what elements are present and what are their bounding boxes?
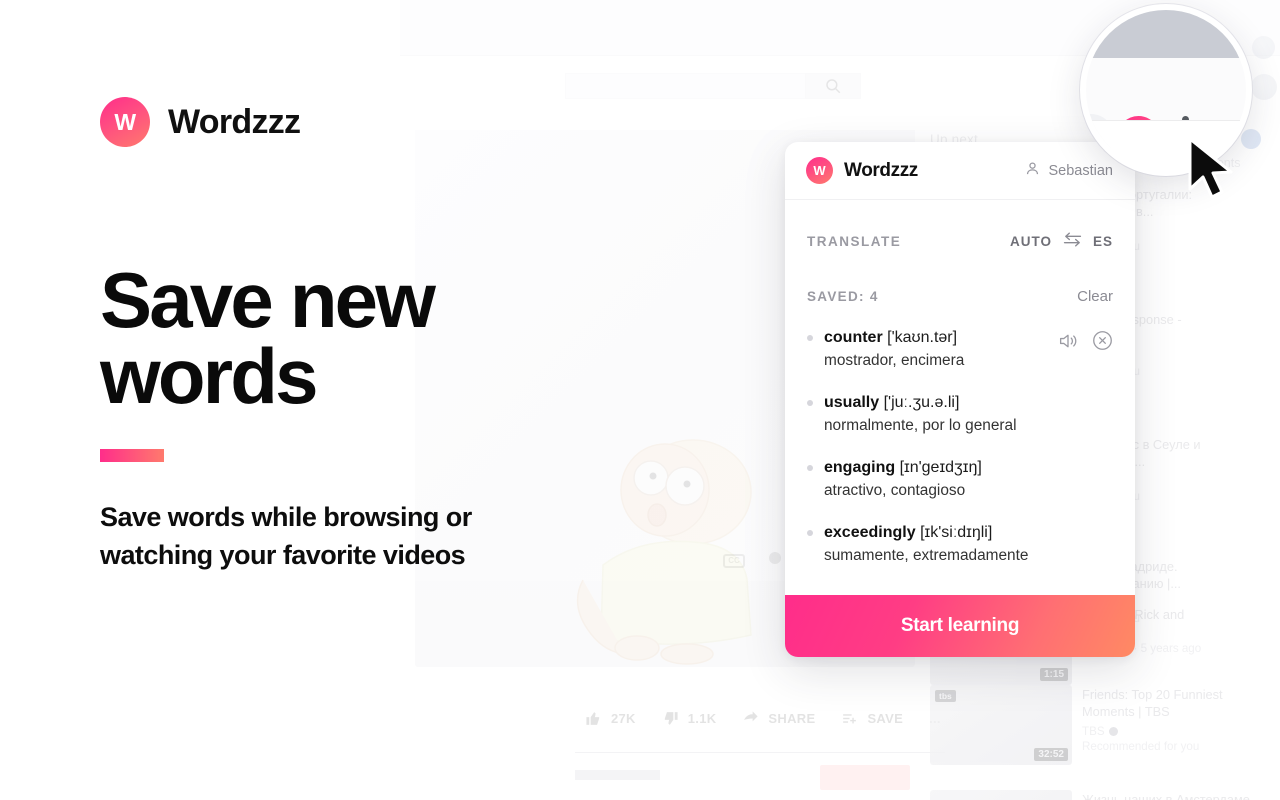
speaker-icon[interactable] (1058, 332, 1078, 355)
like-button[interactable]: 27K (585, 710, 636, 727)
word-actions[interactable] (1058, 330, 1113, 356)
save-button[interactable]: SAVE (841, 710, 903, 727)
bullet-icon (807, 465, 813, 472)
word-translation: sumamente, extremadamente (824, 547, 1029, 565)
wordzzz-logo-icon: W (806, 157, 833, 184)
saved-word-item[interactable]: engaging [ɪn'geɪdʒɪŋ] atractivo, contagio… (807, 457, 1113, 501)
clear-button[interactable]: Clear (1077, 288, 1113, 305)
saved-word-item[interactable]: usually ['juː.ʒu.ə.li] normalmente, por l… (807, 392, 1113, 436)
settings-gear-icon[interactable] (767, 550, 783, 571)
video-duration: 1:15 (1039, 668, 1068, 681)
saved-row: SAVED: 4 Clear (807, 254, 1113, 311)
youtube-search-input[interactable] (565, 73, 835, 99)
dislike-button[interactable]: 1.1K (662, 710, 717, 727)
word-term: engaging (824, 459, 896, 477)
page-root: mments CC (0, 0, 1280, 800)
avatar[interactable] (1252, 36, 1275, 59)
word-headline: engaging [ɪn'geɪdʒɪŋ] (824, 459, 982, 476)
list-item[interactable]: Жизнь наших в Амстердаме. (930, 790, 1270, 800)
person-icon (1024, 160, 1041, 181)
channel-badge: tbs (935, 690, 956, 702)
word-ipa: [ɪk'siːdɪŋli] (920, 524, 993, 542)
word-ipa: [ɪn'geɪdʒɪŋ] (899, 459, 982, 477)
video-action-bar[interactable]: 27K 1.1K SHARE SAVE ... (585, 710, 941, 727)
word-translation: mostrador, encimera (824, 351, 965, 369)
word-term: usually (824, 394, 880, 412)
popup-brand-name: Wordzzz (844, 159, 918, 181)
target-language[interactable]: ES (1093, 234, 1113, 249)
popup-header: W Wordzzz Sebastian (785, 142, 1135, 200)
word-content: counter ['kaʊn.tər] mostrador, encimera (824, 327, 1047, 371)
popup-body: TRANSLATE AUTO ES SAVED: 4 Clear counter… (785, 200, 1135, 595)
share-label: SHARE (768, 711, 816, 726)
source-language[interactable]: AUTO (1010, 234, 1052, 249)
browser-toolbar-zoomed: W 3 (1086, 58, 1246, 160)
like-count: 27K (611, 711, 636, 726)
video-thumbnail[interactable] (930, 790, 1072, 800)
bullet-icon (807, 400, 813, 407)
word-content: exceedingly [ɪk'siːdɪŋli] sumamente, extr… (824, 522, 1113, 566)
accent-bar (100, 449, 164, 462)
list-item[interactable]: tbs 32:52 Friends: Top 20 Funniest Moments … (930, 685, 1270, 765)
video-note: Recommended for you (1082, 740, 1200, 754)
save-label: SAVE (867, 711, 904, 726)
verified-icon (1108, 727, 1118, 737)
browser-titlebar-zoomed (1086, 10, 1246, 58)
subscribe-button[interactable] (820, 765, 910, 790)
video-info: Жизнь наших в Амстердаме. (1082, 790, 1253, 800)
hero-title-line1: Save new (100, 256, 436, 344)
hero-title-line2: words (100, 332, 318, 421)
bullet-icon (807, 335, 813, 341)
saved-words-list: counter ['kaʊn.tər] mostrador, encimera us… (807, 327, 1113, 567)
popup-brand: W Wordzzz (806, 157, 918, 184)
translate-row: TRANSLATE AUTO ES (807, 200, 1113, 254)
video-info: Friends: Top 20 Funniest Moments | TBS TBS… (1082, 685, 1223, 765)
video-title: Жизнь наших в Амстердаме. (1082, 791, 1253, 800)
saved-count-label: SAVED: 4 (807, 289, 879, 304)
video-title-line1: Friends: Top 20 Funniest (1082, 687, 1223, 702)
search-icon[interactable] (805, 73, 861, 99)
start-learning-button[interactable]: Start learning (785, 595, 1135, 657)
word-translation: normalmente, por lo general (824, 416, 1017, 434)
video-title: Friends: Top 20 Funniest Moments | TBS (1082, 686, 1223, 720)
word-translation: atractivo, contagioso (824, 481, 966, 499)
word-headline: usually ['juː.ʒu.ə.li] (824, 394, 959, 411)
wordzzz-logo-icon: W (100, 97, 150, 147)
bullet-icon (807, 530, 813, 537)
captions-icon[interactable]: CC (723, 553, 745, 568)
video-channel[interactable]: TBS (1082, 725, 1223, 738)
word-ipa: ['juː.ʒu.ə.li] (883, 394, 960, 412)
word-content: engaging [ɪn'geɪdʒɪŋ] atractivo, contagio… (824, 457, 1113, 501)
swap-arrows-icon[interactable] (1063, 232, 1082, 250)
brand-logo: W Wordzzz (100, 97, 301, 147)
word-headline: exceedingly [ɪk'siːdɪŋli] (824, 524, 992, 541)
avatar[interactable] (1251, 74, 1277, 100)
brand-name: Wordzzz (168, 102, 301, 141)
mouse-cursor-icon (1188, 137, 1233, 199)
language-selector[interactable]: AUTO ES (1010, 232, 1113, 250)
page-subtitle: Save words while browsing or watching yo… (100, 498, 620, 575)
video-thumbnail[interactable]: tbs 32:52 (930, 685, 1072, 765)
divider (575, 752, 945, 753)
translate-label: TRANSLATE (807, 233, 902, 249)
word-ipa: ['kaʊn.tər] (887, 329, 958, 346)
close-circle-icon[interactable] (1092, 330, 1113, 356)
word-headline: counter ['kaʊn.tər] (824, 329, 957, 346)
share-button[interactable]: SHARE (742, 710, 815, 727)
page-title: Save new words (100, 261, 720, 415)
saved-word-item[interactable]: exceedingly [ɪk'siːdɪŋli] sumamente, extr… (807, 522, 1113, 566)
hero-subtitle-line1: Save words while browsing or (100, 502, 472, 532)
video-title-line1: Жизнь наших в Амстердаме. (1082, 792, 1254, 800)
dislike-count: 1.1K (687, 711, 717, 726)
video-meta-placeholder (575, 770, 660, 780)
word-term: exceedingly (824, 524, 916, 542)
hero-subtitle-line2: watching your favorite videos (100, 540, 466, 571)
word-content: usually ['juː.ʒu.ə.li] normalmente, por l… (824, 392, 1113, 436)
extension-popup[interactable]: W Wordzzz Sebastian TRANSLATE AUTO ES SA… (785, 142, 1135, 657)
video-title-line2: Moments | TBS (1082, 704, 1170, 720)
word-term: counter (824, 329, 883, 346)
video-duration: 32:52 (1034, 748, 1068, 761)
saved-word-item[interactable]: counter ['kaʊn.tər] mostrador, encimera (807, 327, 1113, 371)
